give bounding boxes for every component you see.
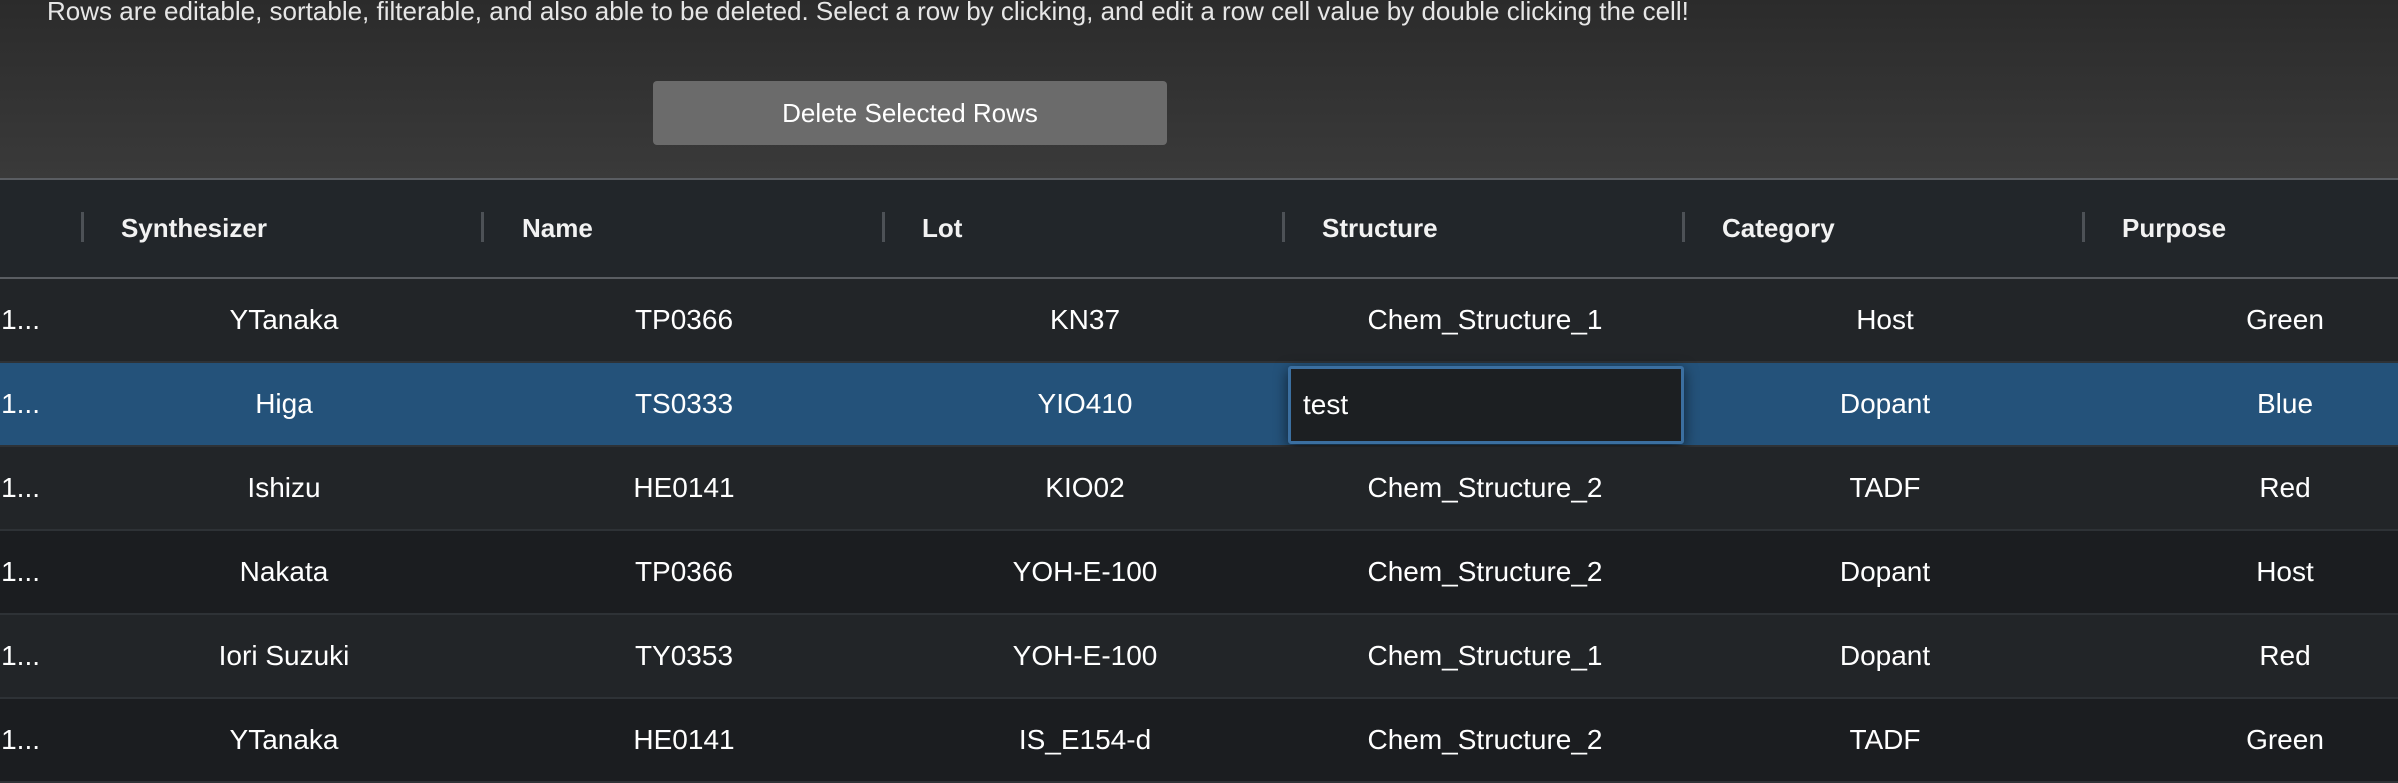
cell-synthesizer[interactable]: YTanaka [84, 279, 484, 361]
cell-purpose[interactable]: Green [2085, 279, 2398, 361]
cell-synthesizer[interactable]: YTanaka [84, 699, 484, 781]
column-resize-handle[interactable] [1282, 212, 1285, 242]
cell-category[interactable]: TADF [1685, 447, 2085, 529]
column-resize-handle[interactable] [1682, 212, 1685, 242]
structure-cell-editor[interactable] [1288, 366, 1684, 444]
cell-structure[interactable]: Chem_Structure_1 [1285, 279, 1685, 361]
cell-structure[interactable]: Chem_Structure_2 [1285, 447, 1685, 529]
cell-lot[interactable]: KN37 [885, 279, 1285, 361]
column-header-category[interactable]: Category [1722, 180, 1835, 277]
cell-name[interactable]: TS0333 [484, 363, 884, 445]
column-header-synthesizer[interactable]: Synthesizer [121, 180, 267, 277]
cell-name[interactable]: TP0366 [484, 531, 884, 613]
cell-name[interactable]: HE0141 [484, 699, 884, 781]
column-resize-handle[interactable] [882, 212, 885, 242]
cell-purpose[interactable]: Blue [2085, 363, 2398, 445]
column-header-purpose[interactable]: Purpose [2122, 180, 2226, 277]
cell-synthesizer[interactable]: Nakata [84, 531, 484, 613]
column-header-name[interactable]: Name [522, 180, 593, 277]
cell-lot[interactable]: YOH-E-100 [885, 615, 1285, 697]
cell-category[interactable]: TADF [1685, 699, 2085, 781]
cell-first[interactable]: 7.1... [0, 447, 40, 529]
cell-category[interactable]: Dopant [1685, 363, 2085, 445]
cell-first[interactable]: .1... [0, 279, 40, 361]
cell-name[interactable]: TP0366 [484, 279, 884, 361]
cell-synthesizer[interactable]: Ishizu [84, 447, 484, 529]
cell-lot[interactable]: IS_E154-d [885, 699, 1285, 781]
table-row-selected[interactable]: .1... Higa TS0333 YIO410 Dopant Blue [0, 363, 2398, 447]
cell-lot[interactable]: YOH-E-100 [885, 531, 1285, 613]
cell-name[interactable]: TY0353 [484, 615, 884, 697]
cell-structure[interactable]: Chem_Structure_1 [1285, 615, 1685, 697]
column-header-structure[interactable]: Structure [1322, 180, 1438, 277]
cell-purpose[interactable]: Red [2085, 615, 2398, 697]
table-row[interactable]: 7.1... YTanaka HE0141 IS_E154-d Chem_Str… [0, 699, 2398, 783]
cell-name[interactable]: HE0141 [484, 447, 884, 529]
cell-synthesizer[interactable]: Higa [84, 363, 484, 445]
table-row[interactable]: 7.1... Ishizu HE0141 KIO02 Chem_Structur… [0, 447, 2398, 531]
cell-purpose[interactable]: Red [2085, 447, 2398, 529]
delete-selected-rows-button[interactable]: Delete Selected Rows [653, 81, 1167, 145]
grid-header: Synthesizer Name Lot Structure Category … [0, 180, 2398, 279]
table-row[interactable]: .1... Nakata TP0366 YOH-E-100 Chem_Struc… [0, 531, 2398, 615]
column-resize-handle[interactable] [481, 212, 484, 242]
column-resize-handle[interactable] [81, 212, 84, 242]
table-row[interactable]: 7.1... Iori Suzuki TY0353 YOH-E-100 Chem… [0, 615, 2398, 699]
data-grid: Synthesizer Name Lot Structure Category … [0, 178, 2398, 783]
cell-category[interactable]: Dopant [1685, 531, 2085, 613]
cell-purpose[interactable]: Green [2085, 699, 2398, 781]
cell-first[interactable]: 7.1... [0, 699, 40, 781]
cell-category[interactable]: Host [1685, 279, 2085, 361]
cell-synthesizer[interactable]: Iori Suzuki [84, 615, 484, 697]
cell-first[interactable]: 7.1... [0, 615, 40, 697]
cell-lot[interactable]: KIO02 [885, 447, 1285, 529]
cell-category[interactable]: Dopant [1685, 615, 2085, 697]
cell-purpose[interactable]: Host [2085, 531, 2398, 613]
cell-structure[interactable]: Chem_Structure_2 [1285, 699, 1685, 781]
column-resize-handle[interactable] [2082, 212, 2085, 242]
cell-first[interactable]: .1... [0, 363, 40, 445]
cell-lot[interactable]: YIO410 [885, 363, 1285, 445]
cell-first[interactable]: .1... [0, 531, 40, 613]
cell-structure[interactable]: Chem_Structure_2 [1285, 531, 1685, 613]
table-row[interactable]: .1... YTanaka TP0366 KN37 Chem_Structure… [0, 279, 2398, 363]
column-header-lot[interactable]: Lot [922, 180, 962, 277]
toolbar-area: Rows are editable, sortable, filterable,… [0, 0, 2398, 178]
description-text: Rows are editable, sortable, filterable,… [47, 0, 1689, 26]
